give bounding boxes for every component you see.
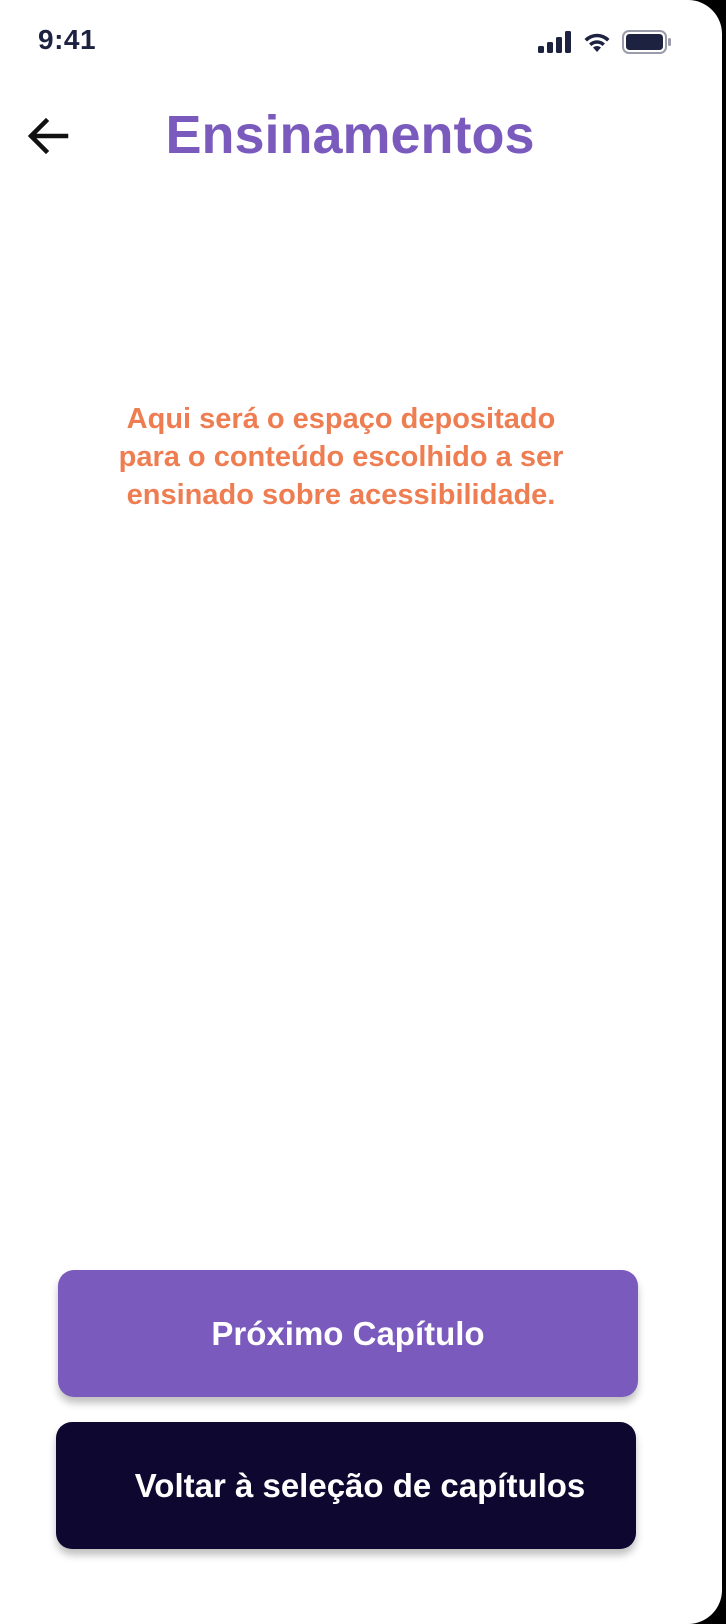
- content-placeholder-text: Aqui será o espaço depositado para o con…: [118, 403, 564, 511]
- status-time: 9:41: [38, 24, 97, 55]
- back-to-chapter-selection-button[interactable]: Voltar à seleção de capítulos: [56, 1422, 636, 1549]
- page-title: Ensinamentos: [165, 105, 535, 165]
- next-chapter-button[interactable]: Próximo Capítulo: [58, 1270, 638, 1397]
- status-icons: [538, 30, 672, 59]
- phone-screen: 9:41 Ensinamentos Aqui será o espaço dep…: [0, 0, 722, 1624]
- battery-icon: [622, 30, 672, 59]
- signal-icon: [538, 31, 572, 58]
- wifi-icon: [582, 31, 612, 58]
